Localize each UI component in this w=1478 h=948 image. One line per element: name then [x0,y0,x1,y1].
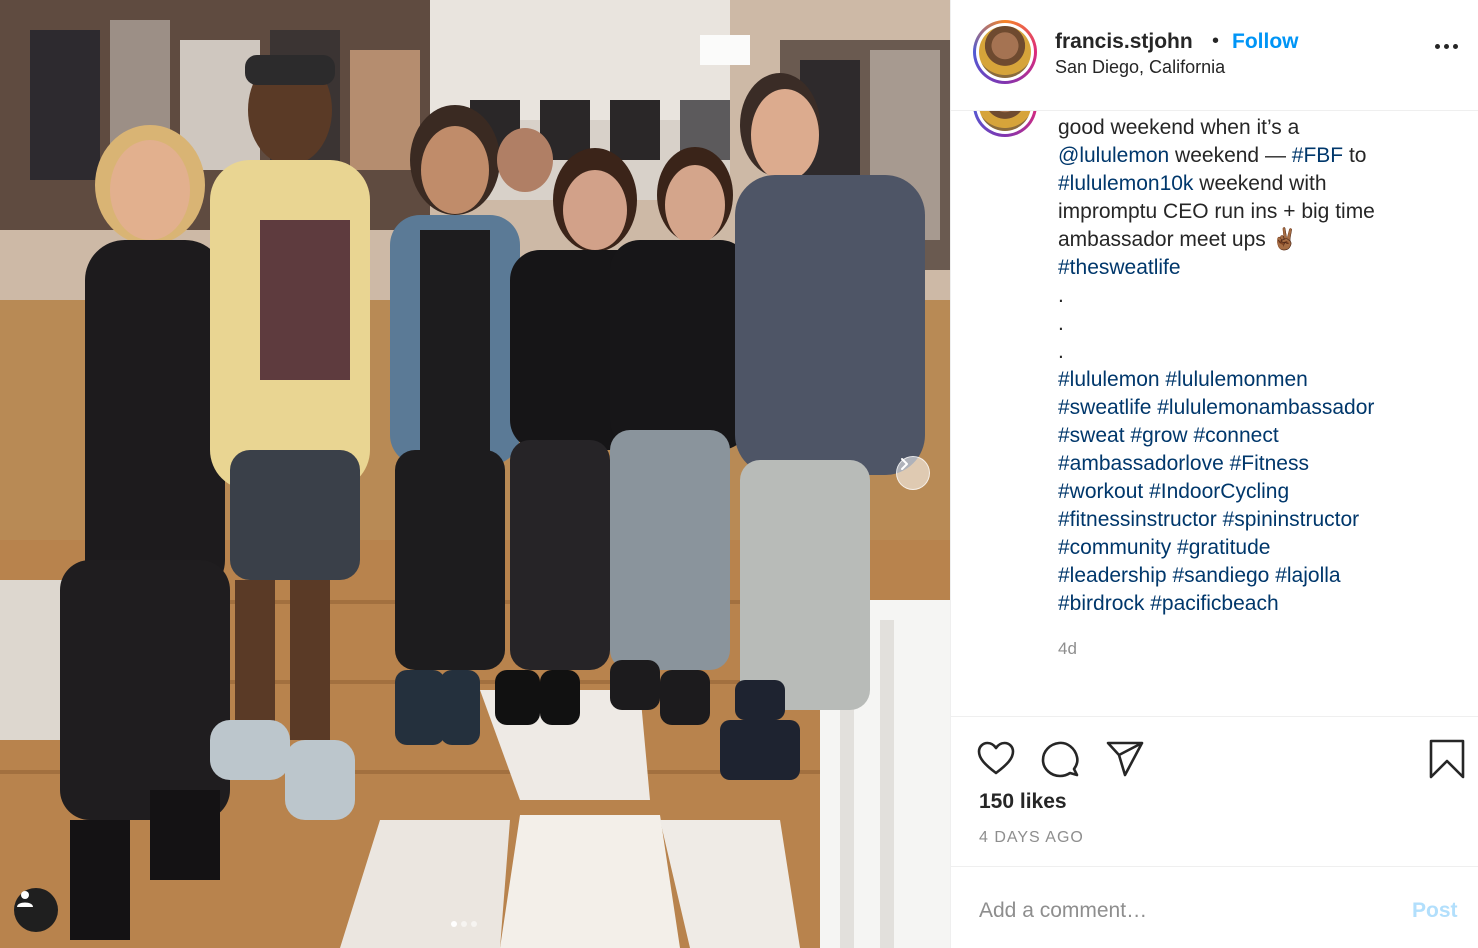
post-date: 4 DAYS AGO [979,829,1084,846]
hashtag-link[interactable]: #sweat [1058,424,1125,447]
like-count[interactable]: 150 likes [979,790,1067,814]
caption-text: weekend — [1169,144,1292,167]
carousel-dot-active [451,921,457,927]
tagged-users-button[interactable] [14,888,58,932]
post-header: francis.stjohn • Follow San Diego, Calif… [951,0,1478,111]
paper-plane-icon [1106,741,1144,777]
carousel-dot [471,921,477,927]
author-avatar[interactable] [973,20,1037,84]
share-button[interactable] [1105,739,1145,779]
hashtag-link[interactable]: #connect [1193,424,1278,447]
comment-bar: Post [951,866,1478,948]
caption-timestamp: 4d [1058,639,1077,658]
hashtag-link[interactable]: #grow [1130,424,1187,447]
separator-dot: • [1212,30,1220,52]
group-photo-illustration [0,0,950,948]
hashtag-link[interactable]: #Fitness [1230,452,1309,475]
comment-button[interactable] [1040,739,1080,779]
hashtag-link[interactable]: #sandiego [1172,564,1269,587]
hashtag-link[interactable]: #FBF [1292,144,1343,167]
hashtag-link[interactable]: #workout [1058,480,1143,503]
caption-text: to [1348,144,1367,167]
hashtag-link[interactable]: #fitnessinstructor [1058,508,1217,531]
post-caption: good weekend when it’s a @lululemon week… [1058,114,1458,618]
post-comment-button[interactable]: Post [1412,899,1458,923]
hashtag-link[interactable]: #lululemonmen [1165,368,1307,391]
hashtag-link[interactable]: #ambassadorlove [1058,452,1224,475]
hashtag-link[interactable]: #birdrock [1058,592,1144,615]
comment-input[interactable] [979,893,1379,929]
hashtag-link[interactable]: #IndoorCycling [1149,480,1289,503]
hashtag-link[interactable]: #lululemonambassador [1157,396,1374,419]
next-slide-button[interactable] [896,456,930,490]
ellipsis-icon [1435,44,1440,49]
heart-icon [977,741,1015,775]
hashtag-link[interactable]: #lululemon [1058,368,1160,391]
caption-text: . . . [1058,284,1064,363]
carousel-dot [461,921,467,927]
avatar-image [979,111,1031,131]
hashtag-link[interactable]: #pacificbeach [1150,592,1278,615]
post-actions: 150 likes 4 DAYS AGO [951,716,1478,866]
post-location[interactable]: San Diego, California [1055,57,1225,78]
hashtag-link[interactable]: #thesweatlife [1058,256,1181,279]
carousel-indicator [451,921,477,927]
caption-area: good weekend when it’s a @lululemon week… [951,111,1478,716]
save-button[interactable] [1427,739,1467,779]
hashtag-link[interactable]: #lululemon10k [1058,172,1193,195]
caption-avatar[interactable] [973,111,1037,137]
hashtag-link[interactable]: #sweatlife [1058,396,1151,419]
follow-button[interactable]: Follow [1232,30,1299,54]
hashtag-link[interactable]: #leadership [1058,564,1167,587]
comment-bubble-icon [1041,741,1079,778]
post-side-panel: good weekend when it’s a @lululemon week… [950,0,1478,948]
more-options-button[interactable] [1435,44,1458,49]
hashtag-link[interactable]: #spininstructor [1223,508,1360,531]
avatar-image [979,26,1031,78]
author-username[interactable]: francis.stjohn [1055,30,1193,54]
post-photo[interactable] [0,0,950,948]
caption-text: good weekend when it’s a [1058,116,1300,139]
mention-link[interactable]: @lululemon [1058,144,1169,167]
bookmark-icon [1429,739,1465,779]
hashtag-link[interactable]: #gratitude [1177,536,1270,559]
hashtag-link[interactable]: #lajolla [1275,564,1340,587]
like-button[interactable] [976,739,1016,779]
hashtag-link[interactable]: #community [1058,536,1171,559]
